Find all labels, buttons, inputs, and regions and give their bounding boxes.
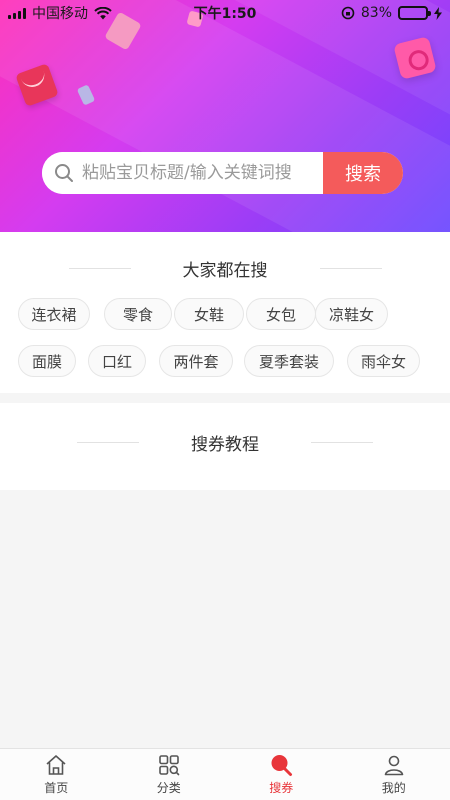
hot-tag[interactable]: 凉鞋女 [315,298,388,330]
tutorial-header: 搜券教程 [0,430,450,455]
user-icon [384,755,404,776]
tab-search-coupon-label: 搜券 [269,781,294,795]
hot-tag[interactable]: 夏季套装 [244,345,334,377]
bottom-tab-bar: 首页 分类 搜券 我的 [0,748,450,800]
home-icon [46,755,66,775]
hot-tag[interactable]: 女鞋 [174,298,244,330]
hot-tag[interactable]: 女包 [246,298,316,330]
search-field[interactable] [42,152,323,194]
search-icon [55,164,73,182]
hot-tag[interactable]: 口红 [88,345,146,377]
search-button[interactable]: 搜索 [323,152,403,194]
divider-line [68,267,131,269]
hot-tag[interactable]: 两件套 [159,345,233,377]
tab-home[interactable]: 首页 [0,749,113,800]
search-coupon-icon [271,755,293,776]
divider-line [77,441,139,443]
tab-search-coupon[interactable]: 搜券 [225,749,338,800]
search-bar: 搜索 [42,152,403,194]
hot-search-title: 大家都在搜 [182,260,268,281]
section-divider [0,393,450,403]
orientation-lock-icon [341,6,355,20]
wifi-icon [94,6,112,19]
hot-tag[interactable]: 面膜 [18,345,76,377]
signal-icon [8,7,26,19]
hero-banner: 中国移动 下午1:50 83% 粘贴宝贝标题/输入关键词搜 搜索 [0,0,450,232]
divider-line [311,441,373,443]
hot-tag[interactable]: 零食 [104,298,172,330]
divider-line [319,267,382,269]
carrier-label: 中国移动 [32,6,88,22]
status-bar: 中国移动 下午1:50 83% [0,0,450,26]
tab-profile[interactable]: 我的 [338,749,450,800]
charging-icon [434,6,442,20]
hot-tag[interactable]: 雨伞女 [347,345,420,377]
status-left: 中国移动 [8,3,112,23]
tab-profile-label: 我的 [381,781,406,795]
hot-tag[interactable]: 连衣裙 [18,298,90,330]
battery-icon [398,6,431,20]
tab-home-label: 首页 [44,781,69,795]
tutorial-content [0,490,450,748]
search-input[interactable] [82,163,322,183]
tab-category[interactable]: 分类 [113,749,226,800]
tutorial-title: 搜券教程 [191,434,259,455]
category-grid-icon [158,755,180,776]
status-right: 83% [341,5,442,21]
hot-search-header: 大家都在搜 [0,256,450,281]
battery-percent: 83% [360,5,392,21]
tab-category-label: 分类 [156,781,181,795]
